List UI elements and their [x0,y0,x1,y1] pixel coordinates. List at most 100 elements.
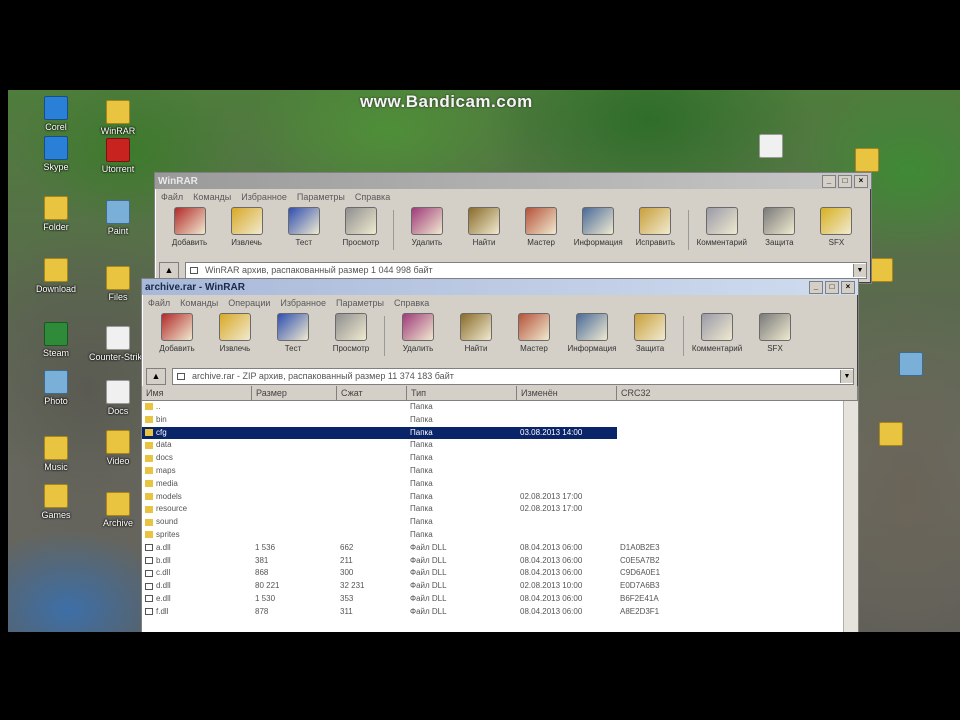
toolbar-button[interactable]: Информация [574,207,623,247]
front-window-titlebar[interactable]: archive.rar - WinRAR _ □ × [142,279,858,295]
table-cell-size [252,478,337,491]
table-cell-modified: 02.08.2013 10:00 [517,580,617,593]
table-row[interactable]: resource Папка 02.08.2013 17:00 [142,503,858,516]
vertical-scrollbar[interactable] [843,401,858,637]
back-winrar-window[interactable]: WinRAR _ □ × Файл Команды Избранное Парамет… [154,172,872,284]
column-header[interactable]: CRC32 [617,386,858,400]
table-row[interactable]: models Папка 02.08.2013 17:00 [142,491,858,504]
table-row[interactable]: bin Папка [142,414,858,427]
file-list[interactable]: .. Папка bin Папка cfg Папка 03.08.2013 14:00 d… [142,401,858,637]
cell-text: 80 221 [255,581,280,591]
table-row[interactable]: media Папка [142,478,858,491]
toolbar-button[interactable]: Просмотр [326,313,376,353]
toolbar-button[interactable]: Мастер [509,313,559,353]
menu-item[interactable]: Файл [148,298,170,308]
toolbar-button[interactable]: Найти [459,207,508,247]
cell-text: Файл DLL [410,606,447,616]
toolbar-button[interactable]: Добавить [165,207,214,247]
table-row[interactable]: b.dll 381 211 Файл DLL 08.04.2013 06:00 C0E5A… [142,555,858,568]
toolbar-button-label: SFX [828,238,845,247]
front-address-field[interactable]: archive.rar - ZIP архив, распакованный р… [172,367,854,385]
toolbar-button[interactable]: Тест [268,313,318,353]
toolbar-button[interactable]: Извлечь [210,313,260,353]
table-row[interactable]: .. Папка [142,401,858,414]
toolbar-button[interactable]: Исправить [631,207,680,247]
toolbar-button[interactable]: Извлечь [222,207,271,247]
front-winrar-window[interactable]: archive.rar - WinRAR _ □ × Файл Команды Оп… [141,278,859,637]
minimize-button[interactable]: _ [809,280,823,294]
table-row[interactable]: sound Папка [142,516,858,529]
table-row[interactable]: c.dll 868 300 Файл DLL 08.04.2013 06:00 C9D6A… [142,567,858,580]
menu-item[interactable]: Параметры [297,192,345,202]
toolbar-button-label: Мастер [520,344,548,353]
table-row[interactable]: d.dll 80 221 32 231 Файл DLL 02.08.2013 10:0… [142,580,858,593]
desktop-icon[interactable] [831,148,903,174]
minimize-button[interactable]: _ [822,174,836,188]
chevron-down-icon[interactable]: ▼ [853,263,866,277]
cell-text: Папка [410,491,433,501]
up-folder-button[interactable]: ▲ [146,367,166,385]
column-header[interactable]: Тип [407,386,517,400]
column-header[interactable]: Изменён [517,386,617,400]
desktop-icon[interactable] [875,352,947,378]
menu-item[interactable]: Команды [180,298,218,308]
file-icon [145,569,153,577]
up-folder-button[interactable]: ▲ [159,261,179,279]
menu-item[interactable]: Команды [193,192,231,202]
desktop-icon-glyph [855,148,879,172]
toolbar-button[interactable]: Просмотр [336,207,385,247]
table-row[interactable]: data Папка [142,439,858,452]
desktop-icon[interactable] [735,134,807,160]
menu-item[interactable]: Справка [355,192,390,202]
toolbar-button[interactable]: Комментарий [697,207,747,247]
toolbar-button[interactable]: Удалить [393,313,443,353]
toolbar-button[interactable]: Комментарий [692,313,742,353]
table-row[interactable]: maps Папка [142,465,858,478]
toolbar-button[interactable]: Добавить [152,313,202,353]
toolbar-button[interactable]: Удалить [402,207,451,247]
cell-text: Папка [410,453,433,463]
close-button[interactable]: × [854,174,868,188]
table-row[interactable]: docs Папка [142,452,858,465]
table-cell-name: c.dll [142,567,252,580]
maximize-button[interactable]: □ [838,174,852,188]
desktop-icon[interactable]: WinRAR [82,100,154,137]
table-row[interactable]: e.dll 1 530 353 Файл DLL 08.04.2013 06:00 B6F… [142,593,858,606]
chevron-down-icon[interactable]: ▼ [840,369,853,383]
desktop-icon[interactable]: Utorrent [82,138,154,175]
table-row[interactable]: a.dll 1 536 662 Файл DLL 08.04.2013 06:00 D1A… [142,542,858,555]
desktop-icon[interactable]: Paint [82,200,154,237]
back-window-titlebar[interactable]: WinRAR _ □ × [155,173,871,189]
table-row[interactable]: sprites Папка [142,529,858,542]
toolbar-button[interactable]: Тест [279,207,328,247]
menu-item[interactable]: Операции [228,298,270,308]
toolbar-icon [468,207,500,235]
toolbar-button-label: Извлечь [219,344,251,353]
table-cell-crc [617,465,858,478]
toolbar-button[interactable]: Информация [567,313,617,353]
toolbar-button[interactable]: Защита [755,207,804,247]
desktop-icon[interactable] [855,422,927,448]
back-address-field[interactable]: WinRAR архив, распакованный размер 1 044… [185,261,867,279]
toolbar-button-label: Тест [284,344,302,353]
menu-item[interactable]: Параметры [336,298,384,308]
menu-item[interactable]: Избранное [280,298,326,308]
maximize-button[interactable]: □ [825,280,839,294]
table-cell-name: data [142,439,252,452]
close-button[interactable]: × [841,280,855,294]
toolbar-button[interactable]: Защита [625,313,675,353]
menu-item[interactable]: Файл [161,192,183,202]
file-icon [145,544,153,552]
column-header[interactable]: Размер [252,386,337,400]
toolbar-button[interactable]: SFX [750,313,800,353]
column-header[interactable]: Сжат [337,386,407,400]
table-row[interactable]: f.dll 878 311 Файл DLL 08.04.2013 06:00 A8E2D… [142,606,858,619]
table-row[interactable]: cfg Папка 03.08.2013 14:00 [142,426,858,440]
toolbar-button[interactable]: SFX [812,207,861,247]
toolbar-button[interactable]: Мастер [517,207,566,247]
menu-item[interactable]: Избранное [241,192,287,202]
toolbar-button[interactable]: Найти [451,313,501,353]
column-header[interactable]: Имя [142,386,252,400]
menu-item[interactable]: Справка [394,298,429,308]
cell-text: data [156,440,172,450]
